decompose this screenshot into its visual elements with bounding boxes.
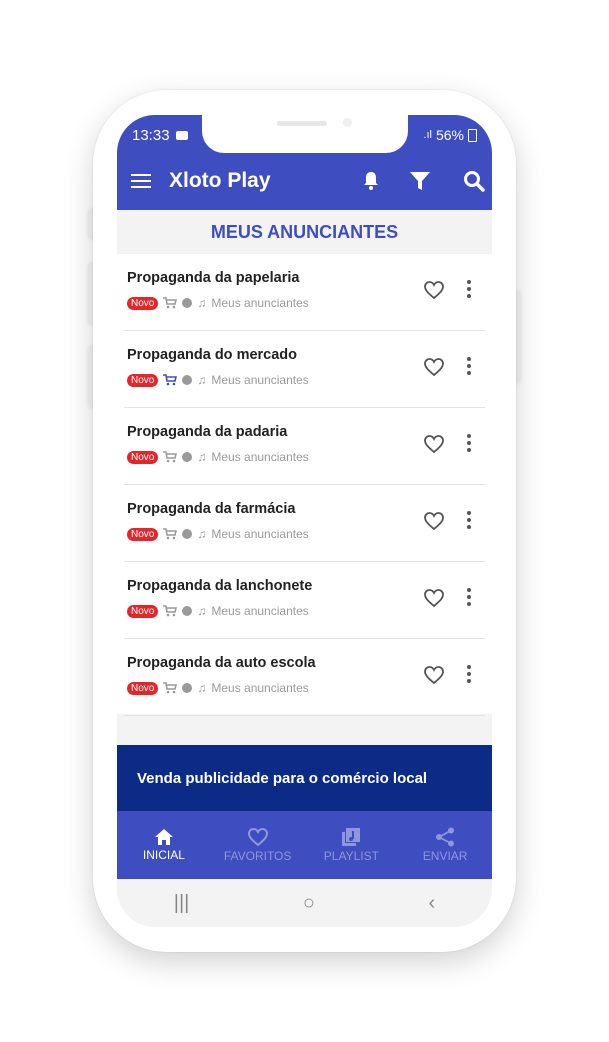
back-button[interactable]: ‹ [429, 892, 436, 915]
cart-icon [163, 374, 178, 386]
item-meta: Novo ♫ Meus anunciantes [127, 527, 309, 541]
music-note-icon: ♫ [197, 604, 207, 618]
bottom-navigation: INICIAL FAVORITOS PLAYLIST ENVIAR [117, 811, 492, 879]
playlist-icon [342, 828, 361, 846]
cart-icon [163, 297, 178, 309]
favorite-heart-icon[interactable] [423, 357, 445, 377]
item-category: Meus anunciantes [211, 373, 309, 387]
nav-tab-playlist[interactable]: PLAYLIST [305, 811, 399, 879]
item-category: Meus anunciantes [211, 604, 309, 618]
favorite-heart-icon[interactable] [423, 588, 445, 608]
item-title: Propaganda da auto escola [127, 655, 316, 671]
section-title: MEUS ANUNCIANTES [117, 210, 492, 254]
battery-icon [468, 128, 477, 142]
more-options-icon[interactable] [467, 434, 471, 452]
promo-banner-text: Venda publicidade para o comércio local [137, 769, 428, 787]
more-options-icon[interactable] [467, 665, 471, 683]
clock-icon [182, 375, 193, 385]
item-category: Meus anunciantes [211, 296, 309, 310]
status-time: 13:33 [132, 126, 170, 144]
toolbar: Xloto Play [117, 163, 492, 199]
item-title: Propaganda do mercado [127, 347, 298, 363]
promo-banner[interactable]: Venda publicidade para o comércio local [117, 745, 492, 811]
notifications-bell-icon[interactable] [357, 167, 385, 195]
item-meta: Novo ♫ Meus anunciantes [127, 604, 309, 618]
list-item[interactable]: Propaganda da auto escola Novo ♫ Meus an… [124, 639, 485, 716]
new-badge: Novo [127, 373, 159, 387]
more-options-icon[interactable] [467, 588, 471, 606]
list-item[interactable]: Propaganda do mercado Novo ♫ Meus anunci… [124, 331, 485, 408]
item-meta: Novo ♫ Meus anunciantes [127, 681, 309, 695]
item-category: Meus anunciantes [211, 450, 309, 464]
list-item[interactable]: Propaganda da lanchonete Novo ♫ Meus anu… [124, 562, 485, 639]
menu-icon[interactable] [131, 174, 151, 188]
new-badge: Novo [127, 604, 159, 618]
list-item[interactable]: Propaganda da papelaria Novo ♫ Meus anun… [124, 254, 485, 331]
favorite-heart-icon[interactable] [423, 434, 445, 454]
item-meta: Novo ♫ Meus anunciantes [127, 296, 309, 310]
filter-icon[interactable] [406, 167, 434, 195]
more-options-icon[interactable] [467, 357, 471, 375]
new-badge: Novo [127, 527, 159, 541]
cart-icon [163, 682, 178, 694]
signal-icon: .ıl [423, 129, 432, 141]
item-title: Propaganda da lanchonete [127, 578, 313, 594]
list-item[interactable]: Propaganda da farmácia Novo ♫ Meus anunc… [124, 485, 485, 562]
new-badge: Novo [127, 296, 159, 310]
cart-icon [163, 605, 178, 617]
clock-icon [182, 606, 193, 616]
cart-icon [163, 451, 178, 463]
favorite-heart-icon[interactable] [423, 511, 445, 531]
clock-icon [182, 529, 193, 539]
nav-label: PLAYLIST [323, 849, 379, 863]
more-options-icon[interactable] [467, 511, 471, 529]
nav-label: INICIAL [142, 848, 185, 862]
new-badge: Novo [127, 450, 159, 464]
music-note-icon: ♫ [197, 450, 207, 464]
clock-icon [182, 452, 193, 462]
recents-button[interactable]: ||| [174, 892, 190, 915]
battery-level: 56% [435, 127, 464, 143]
favorite-heart-icon[interactable] [423, 280, 445, 300]
item-title: Propaganda da farmácia [127, 501, 296, 517]
item-meta: Novo ♫ Meus anunciantes [127, 450, 309, 464]
phone-screen: 13:33 .ıl 56% Xloto Play MEUS ANUNCIANTE… [117, 115, 492, 927]
nav-tab-inicial[interactable]: INICIAL [117, 811, 211, 879]
item-category: Meus anunciantes [211, 681, 309, 695]
list-item[interactable]: Propaganda da padaria Novo ♫ Meus anunci… [124, 408, 485, 485]
new-badge: Novo [127, 681, 159, 695]
music-note-icon: ♫ [197, 373, 207, 387]
search-icon[interactable] [460, 167, 488, 195]
nav-tab-enviar[interactable]: ENVIAR [398, 811, 492, 879]
nav-label: ENVIAR [422, 849, 468, 863]
item-meta: Novo ♫ Meus anunciantes [127, 373, 309, 387]
item-title: Propaganda da padaria [127, 424, 288, 440]
nav-tab-favoritos[interactable]: FAVORITOS [211, 811, 305, 879]
app-title: Xloto Play [169, 169, 271, 192]
more-options-icon[interactable] [467, 280, 471, 298]
home-button[interactable]: ○ [303, 892, 315, 915]
clock-icon [182, 683, 193, 693]
system-navigation-bar: ||| ○ ‹ [117, 879, 492, 927]
music-note-icon: ♫ [197, 296, 207, 310]
notification-icon [175, 130, 188, 140]
speaker-grille [277, 121, 327, 126]
app-bar: 13:33 .ıl 56% Xloto Play [117, 115, 492, 210]
music-note-icon: ♫ [197, 681, 207, 695]
front-camera [343, 118, 352, 127]
camera-notch [202, 115, 408, 153]
item-category: Meus anunciantes [211, 527, 309, 541]
share-icon [436, 827, 455, 847]
clock-icon [182, 298, 193, 308]
cart-icon [163, 528, 178, 540]
home-icon [154, 829, 173, 845]
heart-icon [247, 827, 268, 847]
advertisers-list: Propaganda da papelaria Novo ♫ Meus anun… [117, 254, 492, 716]
item-title: Propaganda da papelaria [127, 270, 300, 286]
music-note-icon: ♫ [197, 527, 207, 541]
nav-label: FAVORITOS [223, 849, 292, 863]
favorite-heart-icon[interactable] [423, 665, 445, 685]
